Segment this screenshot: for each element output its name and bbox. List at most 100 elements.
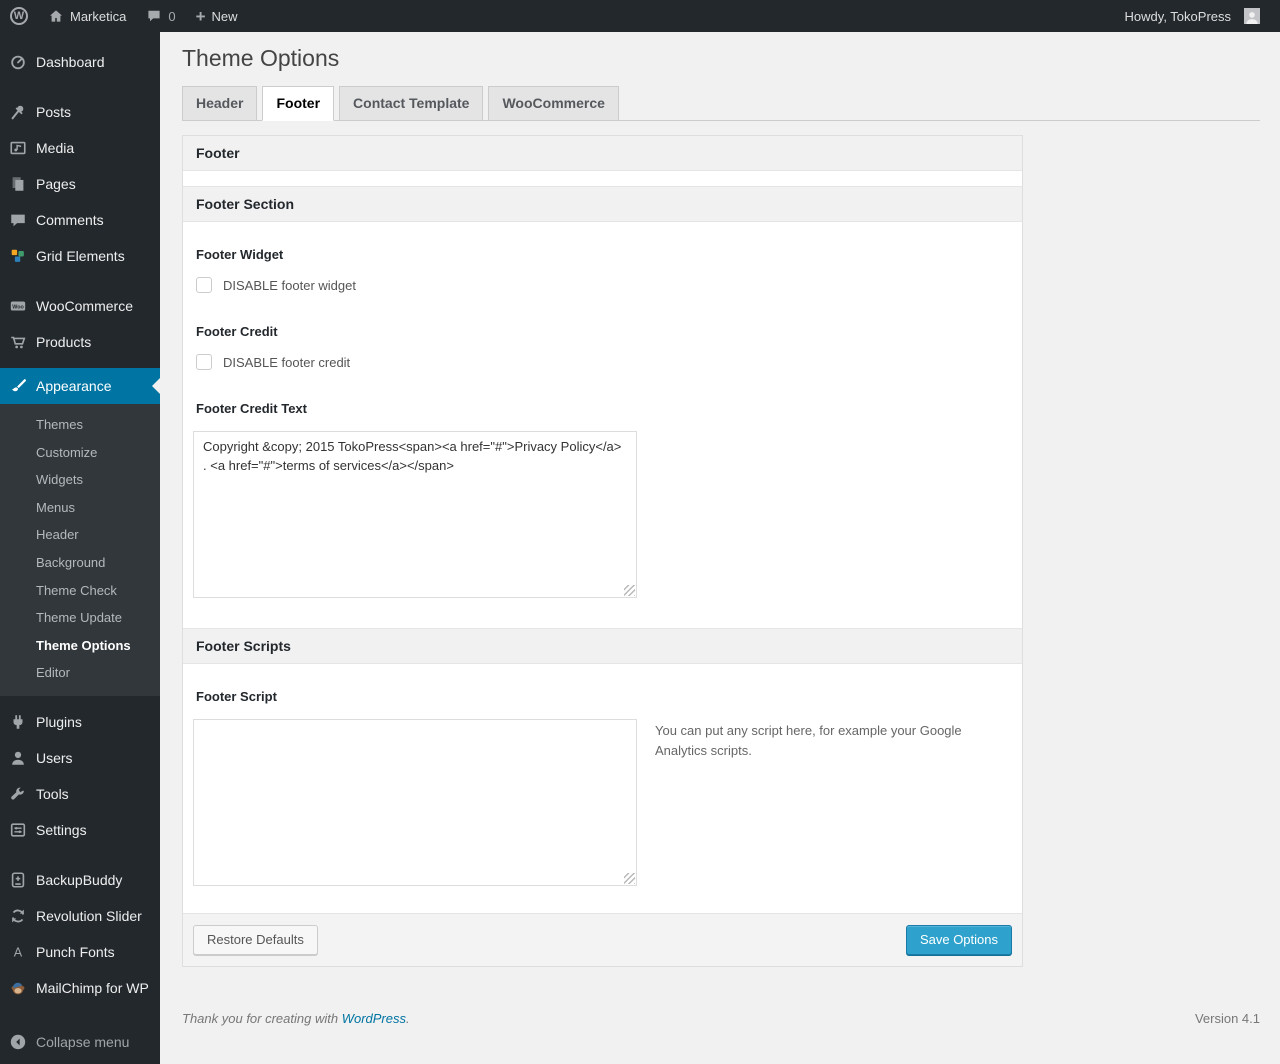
dashboard-icon (8, 52, 28, 72)
footer-section-body: Footer Widget DISABLE footer widget Foot… (183, 222, 1022, 628)
tab-woocommerce[interactable]: WooCommerce (488, 86, 619, 121)
submenu-item-theme-check[interactable]: Theme Check (0, 577, 160, 605)
panel-heading: Footer (183, 136, 1022, 171)
pages-icon (8, 174, 28, 194)
svg-text:Woo: Woo (12, 304, 24, 310)
footer-widget-checkbox-row: DISABLE footer widget (196, 277, 1012, 293)
tab-header[interactable]: Header (182, 86, 258, 121)
footer-scripts-heading: Footer Scripts (183, 628, 1022, 664)
sidebar-item-label: Appearance (36, 378, 112, 394)
tab-contact-template[interactable]: Contact Template (339, 86, 484, 121)
howdy-label: Howdy, TokoPress (1124, 8, 1231, 24)
save-options-button[interactable]: Save Options (905, 925, 1012, 955)
comment-bubble-icon (146, 8, 162, 24)
footer-script-hint: You can put any script here, for example… (655, 723, 962, 759)
sidebar-item-plugins[interactable]: Plugins (0, 704, 160, 740)
avatar (1244, 8, 1260, 24)
tab-footer[interactable]: Footer (262, 86, 335, 121)
submenu-item-theme-options[interactable]: Theme Options (0, 632, 160, 660)
sidebar-item-label: Revolution Slider (36, 907, 142, 924)
sidebar-item-mailchimp[interactable]: MailChimp for WP (0, 970, 160, 1006)
sidebar-item-media[interactable]: Media (0, 130, 160, 166)
footer-credit-text-textarea[interactable]: Copyright &copy; 2015 TokoPress<span><a … (193, 431, 637, 598)
refresh-arrows-icon (8, 906, 28, 926)
disable-footer-widget-checkbox[interactable] (196, 277, 212, 293)
comments-icon (8, 210, 28, 230)
collapse-arrow-icon (8, 1032, 28, 1052)
site-name-label: Marketica (70, 8, 127, 24)
settings-icon (8, 820, 28, 840)
home-icon (48, 8, 64, 24)
media-icon (8, 138, 28, 158)
sidebar-item-appearance[interactable]: Appearance (0, 368, 160, 404)
page-title: Theme Options (182, 45, 340, 71)
collapse-menu-button[interactable]: Collapse menu (0, 1024, 160, 1060)
sidebar-item-backupbuddy[interactable]: BackupBuddy (0, 862, 160, 898)
plugins-icon (8, 712, 28, 732)
sidebar-item-woocommerce[interactable]: Woo WooCommerce (0, 288, 160, 324)
disable-footer-widget-label: DISABLE footer widget (223, 277, 356, 293)
sidebar-item-comments[interactable]: Comments (0, 202, 160, 238)
submenu-item-menus[interactable]: Menus (0, 494, 160, 522)
my-account-menu[interactable]: Howdy, TokoPress (1115, 0, 1280, 32)
mailchimp-monkey-icon (8, 978, 28, 998)
sidebar-item-dashboard[interactable]: Dashboard (0, 44, 160, 80)
disable-footer-credit-label: DISABLE footer credit (223, 354, 351, 370)
wordpress-link[interactable]: WordPress (342, 1011, 406, 1026)
plus-icon: + (195, 6, 206, 26)
version-label: Version 4.1 (1194, 1011, 1260, 1026)
user-icon (8, 748, 28, 768)
sidebar-item-label: Media (36, 140, 75, 156)
new-label: New (211, 8, 238, 24)
appearance-brush-icon (8, 376, 28, 396)
footer-credit-text-label: Footer Credit Text (196, 401, 307, 416)
sidebar-item-label: Users (36, 749, 73, 766)
submenu-item-editor[interactable]: Editor (0, 659, 160, 687)
resize-grip-icon[interactable] (624, 873, 635, 884)
footer-script-textarea[interactable] (193, 719, 637, 886)
sidebar-item-label: BackupBuddy (36, 871, 123, 888)
cart-icon (8, 332, 28, 352)
submenu-item-themes[interactable]: Themes (0, 411, 160, 439)
panel-spacer (183, 171, 1022, 186)
sidebar-item-label: Settings (36, 821, 87, 838)
footer-widget-label: Footer Widget (196, 247, 284, 262)
submenu-item-widgets[interactable]: Widgets (0, 466, 160, 494)
sidebar-item-tools[interactable]: Tools (0, 776, 160, 812)
disable-footer-credit-checkbox[interactable] (196, 354, 212, 370)
wordpress-logo-icon: W (10, 7, 28, 25)
restore-defaults-button[interactable]: Restore Defaults (193, 925, 318, 955)
submenu-item-header[interactable]: Header (0, 521, 160, 549)
sidebar-item-settings[interactable]: Settings (0, 812, 160, 848)
grid-elements-icon (8, 246, 28, 266)
sidebar-item-pages[interactable]: Pages (0, 166, 160, 202)
submenu-item-theme-update[interactable]: Theme Update (0, 604, 160, 632)
sidebar-item-punch-fonts[interactable]: A Punch Fonts (0, 934, 160, 970)
main-content: Theme Options Header Footer Contact Temp… (160, 0, 1280, 1040)
admin-bar: W Marketica 0 + New Howdy, TokoPress (0, 0, 1280, 32)
svg-text:A: A (14, 945, 23, 959)
new-content-menu[interactable]: + New (186, 0, 248, 32)
sidebar-item-grid-elements[interactable]: Grid Elements (0, 238, 160, 274)
footer-script-label: Footer Script (196, 689, 277, 704)
wrench-icon (8, 784, 28, 804)
appearance-submenu: Themes Customize Widgets Menus Header Ba… (0, 404, 160, 696)
sidebar-item-users[interactable]: Users (0, 740, 160, 776)
admin-sidebar: Dashboard Posts Media Pages Comments Gri… (0, 32, 160, 1064)
wp-logo-menu[interactable]: W (0, 0, 38, 32)
submenu-item-background[interactable]: Background (0, 549, 160, 577)
sidebar-item-products[interactable]: Products (0, 324, 160, 360)
comments-menu[interactable]: 0 (136, 0, 185, 32)
submenu-item-customize[interactable]: Customize (0, 439, 160, 467)
sidebar-item-label: Grid Elements (36, 248, 125, 264)
sidebar-item-label: Comments (36, 212, 104, 228)
site-name-menu[interactable]: Marketica (38, 0, 136, 32)
sidebar-item-revolution-slider[interactable]: Revolution Slider (0, 898, 160, 934)
footer-credit-checkbox-row: DISABLE footer credit (196, 354, 1012, 370)
resize-grip-icon[interactable] (624, 585, 635, 596)
sidebar-item-label: Plugins (36, 713, 82, 730)
sidebar-item-label: Tools (36, 785, 69, 802)
thanks-text: Thank you for creating with WordPress. (182, 1011, 410, 1026)
letter-a-icon: A (8, 942, 28, 962)
sidebar-item-posts[interactable]: Posts (0, 94, 160, 130)
